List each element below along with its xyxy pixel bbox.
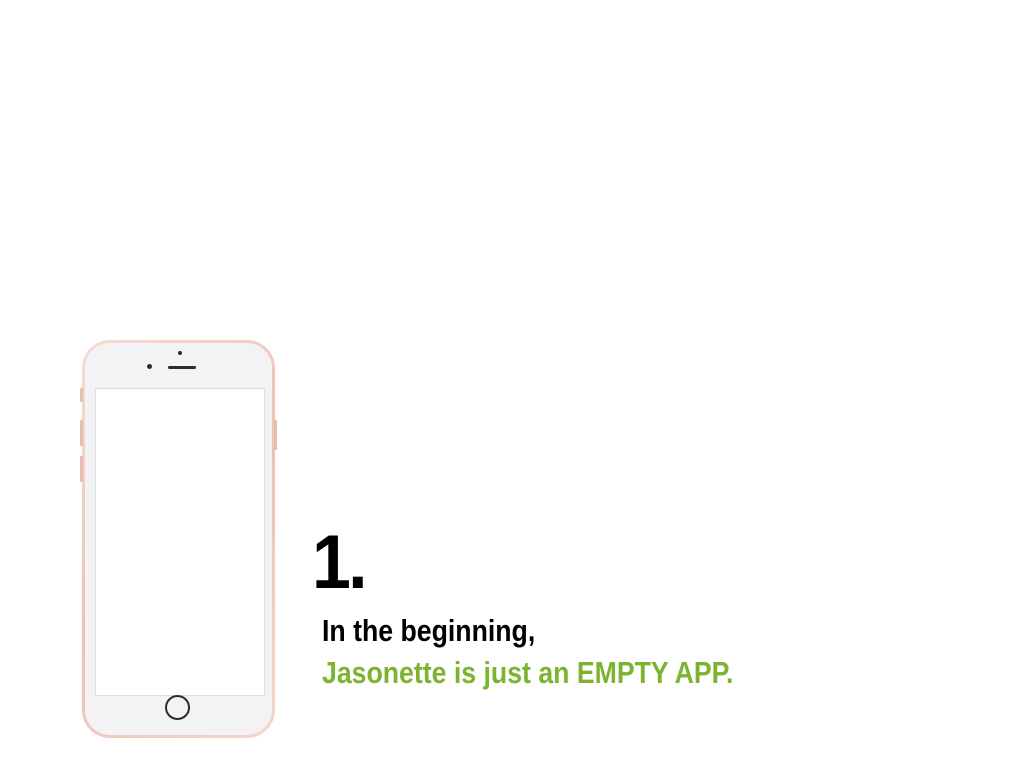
camera-icon [178, 351, 182, 355]
home-button-icon [165, 695, 190, 720]
front-sensor-icon [147, 364, 152, 369]
volume-down-button [80, 456, 83, 482]
caption-line-2: Jasonette is just an EMPTY APP. [322, 655, 734, 690]
silent-switch [80, 388, 83, 402]
phone-face [85, 343, 272, 735]
speaker-icon [168, 366, 196, 369]
caption-line-1: In the beginning, [322, 613, 536, 648]
power-button [274, 420, 277, 450]
step-number: 1. [312, 520, 368, 605]
slide: 1. In the beginning, Jasonette is just a… [0, 0, 1024, 768]
volume-up-button [80, 420, 83, 446]
smartphone-icon [80, 340, 277, 738]
phone-screen [95, 388, 265, 696]
